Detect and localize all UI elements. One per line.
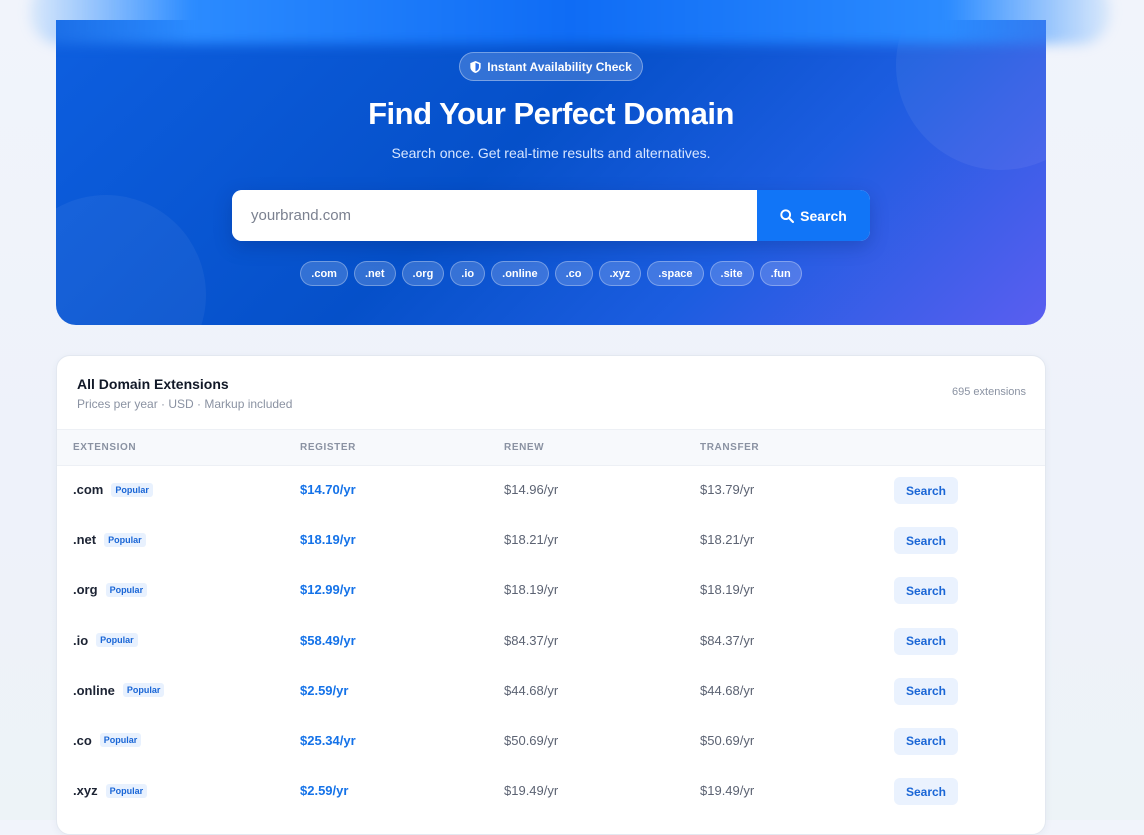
tld-chip[interactable]: .io bbox=[450, 261, 486, 286]
extension-cell: .net Popular bbox=[73, 532, 146, 547]
tld-chip[interactable]: .co bbox=[554, 261, 593, 286]
table-row: .co Popular $25.34/yr $50.69/yr $50.69/yr… bbox=[57, 717, 1045, 767]
register-price: $58.49/yr bbox=[300, 632, 356, 648]
transfer-price: $18.21/yr bbox=[700, 532, 755, 548]
extension-cell: .online Popular bbox=[73, 682, 165, 698]
table-row: .io Popular $58.49/yr $84.37/yr $84.37/yr… bbox=[57, 617, 1045, 667]
transfer-price: $44.68/yr bbox=[700, 682, 755, 698]
extension-cell: .com Popular bbox=[73, 482, 153, 497]
tld-chip[interactable]: .xyz bbox=[598, 261, 642, 286]
renew-price: $19.49/yr bbox=[504, 783, 559, 799]
popular-badge: Popular bbox=[122, 683, 165, 698]
column-header-renew: RENEW bbox=[504, 442, 545, 453]
tld-chip[interactable]: .org bbox=[401, 261, 445, 286]
renew-price: $84.37/yr bbox=[504, 632, 559, 648]
hero-banner: Instant Availability Check Find Your Per… bbox=[56, 20, 1046, 325]
domain-search-bar: Search bbox=[232, 190, 870, 241]
tld-chip[interactable]: .com bbox=[300, 261, 348, 286]
popular-badge: Popular bbox=[99, 733, 142, 748]
extension-name: .co bbox=[73, 732, 92, 748]
row-search-button[interactable]: Search bbox=[894, 677, 958, 705]
table-row: .net Popular $18.19/yr $18.21/yr $18.21/y… bbox=[57, 516, 1045, 566]
column-header-extension: EXTENSION bbox=[73, 442, 137, 453]
domain-search-input[interactable] bbox=[232, 190, 757, 241]
column-header-transfer: TRANSFER bbox=[700, 442, 760, 453]
card-subtitle: Prices per year · USD · Markup included bbox=[77, 397, 293, 411]
popular-badge: Popular bbox=[105, 582, 148, 597]
tld-chip[interactable]: .net bbox=[353, 261, 396, 286]
row-search-button[interactable]: Search bbox=[894, 577, 958, 605]
tld-chip[interactable]: .site bbox=[709, 261, 754, 286]
popular-badge: Popular bbox=[105, 783, 148, 798]
renew-price: $18.21/yr bbox=[504, 532, 559, 548]
popular-badge: Popular bbox=[96, 633, 138, 648]
row-search-button[interactable]: Search bbox=[894, 627, 958, 655]
extension-name: .io bbox=[73, 632, 89, 648]
extension-name: .xyz bbox=[73, 783, 98, 799]
row-search-button[interactable]: Search bbox=[894, 778, 958, 806]
register-price: $18.19/yr bbox=[300, 532, 356, 548]
extension-cell: .co Popular bbox=[73, 732, 142, 748]
row-search-button[interactable]: Search bbox=[894, 727, 958, 755]
top-glow-decoration bbox=[30, 0, 1110, 44]
register-price: $25.34/yr bbox=[300, 732, 356, 748]
table-header: EXTENSION REGISTER RENEW TRANSFER bbox=[57, 429, 1045, 466]
table-body: .com Popular $14.70/yr $14.96/yr $13.79/y… bbox=[57, 466, 1045, 817]
table-row: .com Popular $14.70/yr $14.96/yr $13.79/y… bbox=[57, 466, 1045, 516]
extension-name: .online bbox=[73, 682, 115, 698]
transfer-price: $19.49/yr bbox=[700, 783, 755, 799]
badge-label: Instant Availability Check bbox=[487, 59, 632, 74]
renew-price: $14.96/yr bbox=[504, 482, 559, 497]
extensions-card: All Domain Extensions Prices per year · … bbox=[56, 355, 1046, 835]
transfer-price: $18.19/yr bbox=[700, 582, 755, 598]
card-header: All Domain Extensions Prices per year · … bbox=[57, 356, 1045, 429]
table-row: .online Popular $2.59/yr $44.68/yr $44.68… bbox=[57, 667, 1045, 717]
tld-chip[interactable]: .fun bbox=[759, 261, 802, 286]
extension-cell: .xyz Popular bbox=[73, 783, 148, 799]
search-button[interactable]: Search bbox=[757, 190, 870, 241]
card-title: All Domain Extensions bbox=[77, 376, 229, 392]
search-button-label: Search bbox=[800, 207, 847, 224]
register-price: $14.70/yr bbox=[300, 482, 356, 497]
row-search-button[interactable]: Search bbox=[894, 477, 958, 504]
extension-cell: .io Popular bbox=[73, 633, 138, 648]
tld-chip-list: .com .net .org .io .online .co .xyz .spa… bbox=[56, 261, 1046, 286]
popular-badge: Popular bbox=[104, 532, 146, 547]
register-price: $12.99/yr bbox=[300, 582, 356, 598]
renew-price: $50.69/yr bbox=[504, 732, 559, 748]
popular-badge: Popular bbox=[111, 482, 153, 497]
tld-chip[interactable]: .online bbox=[491, 261, 549, 286]
extension-name: .com bbox=[73, 482, 104, 497]
search-icon bbox=[780, 208, 795, 223]
table-row: .org Popular $12.99/yr $18.19/yr $18.19/y… bbox=[57, 566, 1045, 616]
register-price: $2.59/yr bbox=[300, 682, 349, 698]
hero-decor-circle bbox=[56, 195, 206, 325]
column-header-register: REGISTER bbox=[300, 442, 356, 453]
register-price: $2.59/yr bbox=[300, 783, 349, 799]
table-row: .xyz Popular $2.59/yr $19.49/yr $19.49/yr… bbox=[57, 767, 1045, 817]
renew-price: $18.19/yr bbox=[504, 582, 559, 598]
extension-name: .net bbox=[73, 532, 97, 548]
shield-icon bbox=[470, 60, 481, 73]
tld-chip[interactable]: .space bbox=[647, 261, 704, 286]
transfer-price: $84.37/yr bbox=[700, 632, 755, 648]
page-title: Find Your Perfect Domain bbox=[368, 96, 734, 131]
page-subtitle: Search once. Get real-time results and a… bbox=[391, 145, 711, 161]
extension-cell: .org Popular bbox=[73, 582, 148, 598]
extensions-count: 695 extensions bbox=[952, 386, 1026, 398]
availability-badge: Instant Availability Check bbox=[459, 52, 643, 81]
renew-price: $44.68/yr bbox=[504, 682, 559, 698]
transfer-price: $50.69/yr bbox=[700, 732, 755, 748]
row-search-button[interactable]: Search bbox=[894, 527, 958, 555]
transfer-price: $13.79/yr bbox=[700, 482, 755, 497]
extension-name: .org bbox=[73, 582, 98, 598]
